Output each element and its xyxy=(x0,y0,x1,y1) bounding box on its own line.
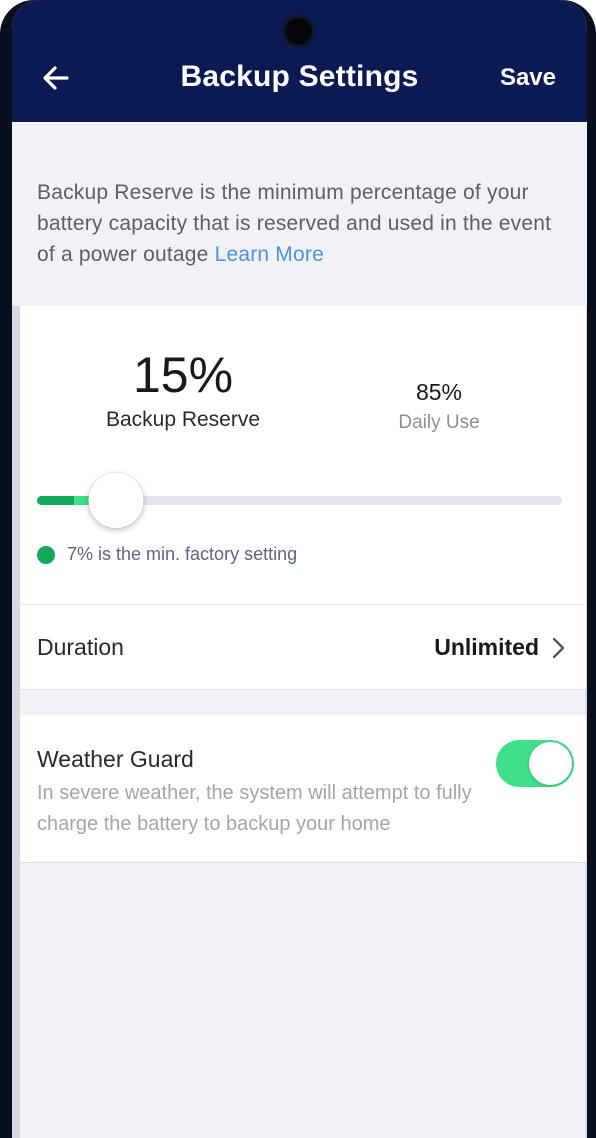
learn-more-link[interactable]: Learn More xyxy=(215,243,324,266)
backup-reserve-label: Backup Reserve xyxy=(105,408,261,431)
factory-setting-note: 7% is the min. factory setting xyxy=(37,544,297,565)
daily-use-value: 85% xyxy=(415,379,463,405)
duration-value: Unlimited xyxy=(434,634,539,660)
phone-frame: Backup Settings Save Backup Reserve is t… xyxy=(0,0,596,1138)
weather-guard-title: Weather Guard xyxy=(37,746,194,772)
slider-min-fill xyxy=(37,496,74,505)
save-button[interactable]: Save xyxy=(500,64,556,92)
daily-use-label: Daily Use xyxy=(398,412,480,433)
green-dot-icon xyxy=(37,545,55,564)
front-camera xyxy=(282,15,315,48)
weather-guard-description: In severe weather, the system will attem… xyxy=(37,782,472,835)
factory-setting-text: 7% is the min. factory setting xyxy=(67,544,298,564)
backup-reserve-slider[interactable] xyxy=(37,472,562,528)
backup-reserve-card: 15% Backup Reserve 85% Daily Use 7% is t… xyxy=(20,306,586,604)
duration-row[interactable]: Duration Unlimited xyxy=(20,604,586,690)
backup-reserve-info: Backup Reserve is the minimum percentage… xyxy=(12,122,587,306)
weather-guard-toggle[interactable] xyxy=(496,740,574,787)
weather-guard-card: Weather Guard In severe weather, the sys… xyxy=(20,715,586,863)
duration-label: Duration xyxy=(37,634,124,660)
chevron-right-icon xyxy=(552,637,565,659)
backup-reserve-value: 15% xyxy=(132,347,234,403)
slider-thumb[interactable] xyxy=(88,473,144,528)
app-screen: Backup Settings Save Backup Reserve is t… xyxy=(12,0,587,1138)
toggle-knob xyxy=(529,742,572,785)
